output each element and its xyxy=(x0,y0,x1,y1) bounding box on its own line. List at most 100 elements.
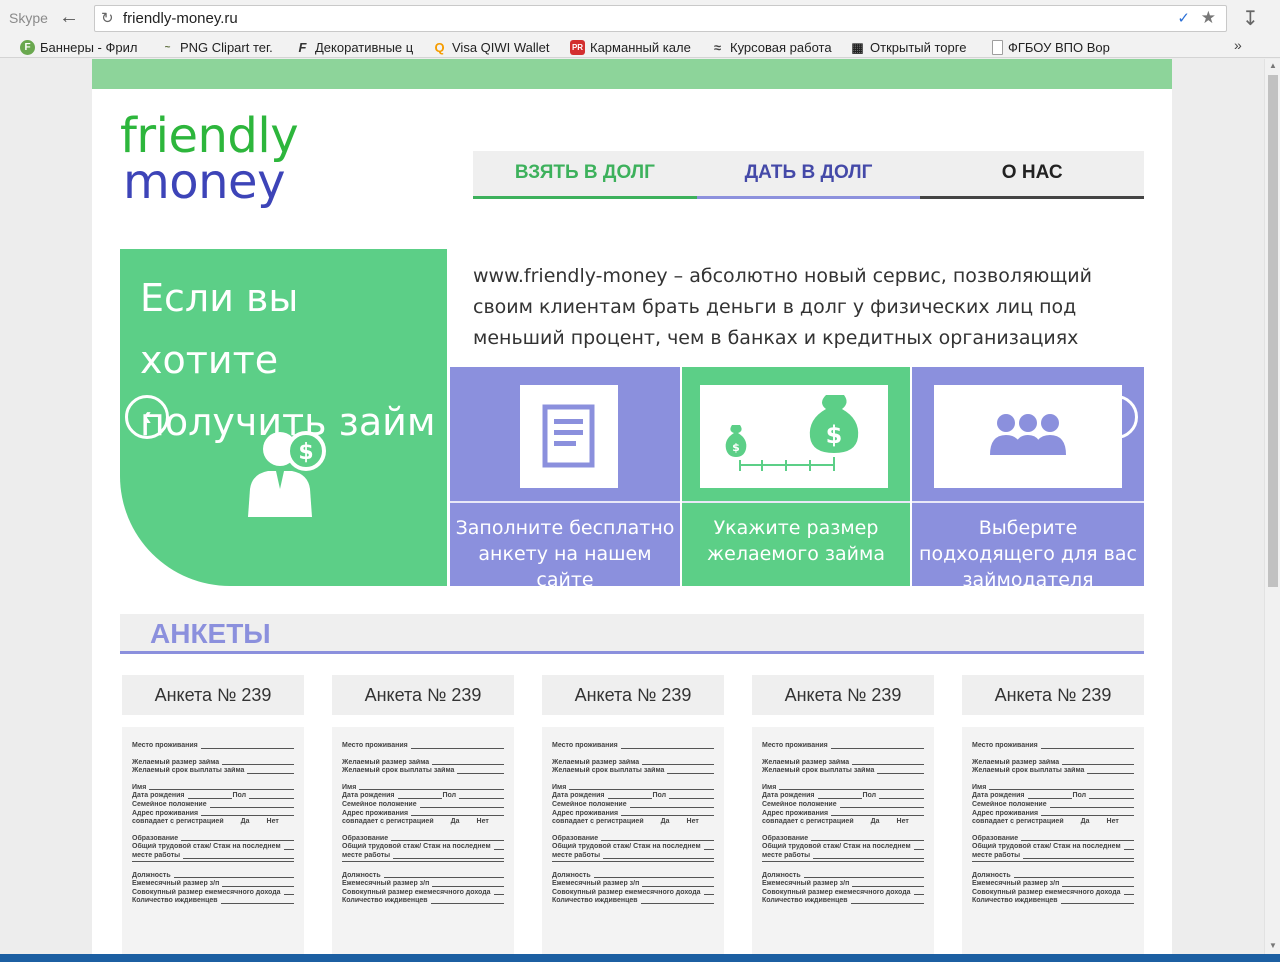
form-label: Образование xyxy=(972,834,1019,842)
bookmark-item[interactable]: ~ PNG Clipart тег. xyxy=(160,38,280,56)
questionnaire-card[interactable]: Анкета № 239 Место проживания Желаемый раз… xyxy=(122,675,304,954)
bookmark-star-icon[interactable]: ★ xyxy=(1201,8,1216,28)
logo-money-text: money xyxy=(123,154,285,210)
scroll-up-arrow-icon[interactable]: ▲ xyxy=(1269,61,1277,70)
skype-extension-label[interactable]: Skype xyxy=(9,10,48,26)
slider-prev-arrow-icon[interactable]: ‹ xyxy=(125,395,169,439)
questionnaire-card[interactable]: Анкета № 239 Место проживания Желаемый раз… xyxy=(752,675,934,954)
form-row: Совокупный размер ежемесячного дохода xyxy=(762,889,924,898)
step-card xyxy=(934,385,1122,488)
form-row: Желаемый размер займа xyxy=(762,759,924,768)
form-label: Общий трудовой стаж/ Стаж на последнем xyxy=(552,843,701,851)
form-row: совпадает с регистрацией Да Нет xyxy=(342,818,504,827)
form-row: Семейное положение xyxy=(762,801,924,810)
card-title[interactable]: Анкета № 239 xyxy=(332,675,514,715)
reload-icon[interactable]: ↻ xyxy=(101,9,114,27)
section-title: АНКЕТЫ xyxy=(150,618,271,649)
card-title[interactable]: Анкета № 239 xyxy=(752,675,934,715)
form-label: Да xyxy=(240,818,250,826)
form-label: Да xyxy=(450,818,460,826)
form-row: Количество иждивенцев xyxy=(762,897,924,906)
form-row: Место проживания xyxy=(972,742,1134,751)
form-row: Образование xyxy=(342,835,504,844)
form-label: Должность xyxy=(342,871,381,879)
form-label: Пол xyxy=(652,792,667,800)
card-title[interactable]: Анкета № 239 xyxy=(962,675,1144,715)
form-label: Желаемый размер займа xyxy=(762,758,850,766)
form-row: Общий трудовой стаж/ Стаж на последнем xyxy=(132,843,294,852)
form-row: Ежемесячный размер з/п xyxy=(342,880,504,889)
address-bar[interactable]: ↻ friendly-money.ru ✓ ★ xyxy=(94,5,1227,32)
form-row: Адрес проживания xyxy=(972,810,1134,819)
form-row: Общий трудовой стаж/ Стаж на последнем xyxy=(762,843,924,852)
person-with-coin-icon: $ xyxy=(248,431,326,517)
questionnaire-card[interactable]: Анкета № 239 Место проживания Желаемый раз… xyxy=(962,675,1144,954)
form-label: Имя xyxy=(972,783,987,791)
form-row: Имя xyxy=(132,784,294,793)
questionnaire-card[interactable]: Анкета № 239 Место проживания Желаемый раз… xyxy=(332,675,514,954)
bookmark-label: Курсовая работа xyxy=(730,39,832,55)
bookmark-item[interactable]: F Баннеры - Фрил xyxy=(20,38,144,56)
form-label: Пол xyxy=(232,792,247,800)
form-label: Желаемый размер займа xyxy=(132,758,220,766)
form-row: Желаемый размер займа xyxy=(972,759,1134,768)
form-label: Имя xyxy=(342,783,357,791)
hero-intro-text: www.friendly-money – абсолютно новый сер… xyxy=(473,265,1092,349)
form-label: Адрес проживания xyxy=(762,809,829,817)
form-row: Адрес проживания xyxy=(552,810,714,819)
more-bookmarks-chevron-icon[interactable]: » xyxy=(1234,37,1242,53)
bookmark-label: Декоративные ц xyxy=(315,39,414,55)
bookmark-item[interactable]: ▦ Открытый торге xyxy=(850,38,978,56)
form-label: совпадает с регистрацией xyxy=(342,818,434,826)
form-label: Количество иждивенцев xyxy=(342,897,428,905)
card-title[interactable]: Анкета № 239 xyxy=(122,675,304,715)
questionnaire-card[interactable]: Анкета № 239 Место проживания Желаемый раз… xyxy=(542,675,724,954)
hero-left-panel: Если вы хотите получить займ ‹ $ xyxy=(120,249,447,586)
scroll-down-arrow-icon[interactable]: ▼ xyxy=(1269,941,1277,950)
form-label: Общий трудовой стаж/ Стаж на последнем xyxy=(342,843,491,851)
url-text[interactable]: friendly-money.ru xyxy=(123,10,238,27)
card-form-preview: Место проживания Желаемый размер займа Жел… xyxy=(122,727,304,954)
form-label: Желаемый срок выплаты займа xyxy=(972,767,1085,775)
back-arrow-icon[interactable]: ← xyxy=(58,6,80,28)
nav-give-loan[interactable]: ДАТЬ В ДОЛГ xyxy=(696,151,921,199)
card-form-preview: Место проживания Желаемый размер займа Жел… xyxy=(542,727,724,954)
form-label: Дата рождения xyxy=(132,792,185,800)
form-label: Адрес проживания xyxy=(342,809,409,817)
vertical-scrollbar[interactable]: ▲ ▼ xyxy=(1264,59,1280,954)
form-label: Должность xyxy=(762,871,801,879)
scroll-thumb[interactable] xyxy=(1268,75,1278,587)
form-label: Нет xyxy=(1106,818,1119,826)
form-label: совпадает с регистрацией xyxy=(762,818,854,826)
card-title[interactable]: Анкета № 239 xyxy=(542,675,724,715)
form-row: Семейное положение xyxy=(132,801,294,810)
form-label: месте работы xyxy=(552,851,601,859)
form-row: Образование xyxy=(762,835,924,844)
bookmark-item[interactable]: ФГБОУ ВПО Вор xyxy=(992,38,1118,56)
download-icon[interactable]: ↧ xyxy=(1242,6,1259,31)
extension-icon[interactable]: ✓ xyxy=(1177,9,1190,27)
bookmark-favicon-icon: F xyxy=(20,39,35,55)
top-accent-bar xyxy=(92,59,1172,89)
hero-intro-panel: www.friendly-money – абсолютно новый сер… xyxy=(453,249,1144,367)
nav-take-loan[interactable]: ВЗЯТЬ В ДОЛГ xyxy=(473,151,697,199)
site-logo[interactable]: friendly money xyxy=(120,108,299,210)
bookmark-item[interactable]: Q Visa QIWI Wallet xyxy=(432,38,560,56)
browser-toolbar: Skype ← ↻ friendly-money.ru ✓ ★ ↧ xyxy=(0,0,1280,36)
form-label: Дата рождения xyxy=(342,792,395,800)
bookmark-label: Баннеры - Фрил xyxy=(40,39,138,55)
step-divider xyxy=(912,501,1144,503)
slider-next-arrow-icon[interactable]: › xyxy=(1094,395,1138,439)
form-row: Дата рождения Пол xyxy=(762,792,924,801)
bookmark-item[interactable]: F Декоративные ц xyxy=(295,38,419,56)
form-row: Дата рождения Пол xyxy=(342,792,504,801)
form-row: Адрес проживания xyxy=(762,810,924,819)
nav-about-us[interactable]: О НАС xyxy=(920,151,1145,199)
form-row: Желаемый срок выплаты займа xyxy=(132,767,294,776)
bookmark-label: PNG Clipart тег. xyxy=(180,39,273,55)
bookmark-item[interactable]: PR Карманный кале xyxy=(570,38,698,56)
form-label: Семейное положение xyxy=(342,800,417,808)
bookmark-item[interactable]: ≈ Курсовая работа xyxy=(710,38,838,56)
form-row: Совокупный размер ежемесячного дохода xyxy=(342,889,504,898)
logo-friendly-text: friendly xyxy=(120,108,299,164)
